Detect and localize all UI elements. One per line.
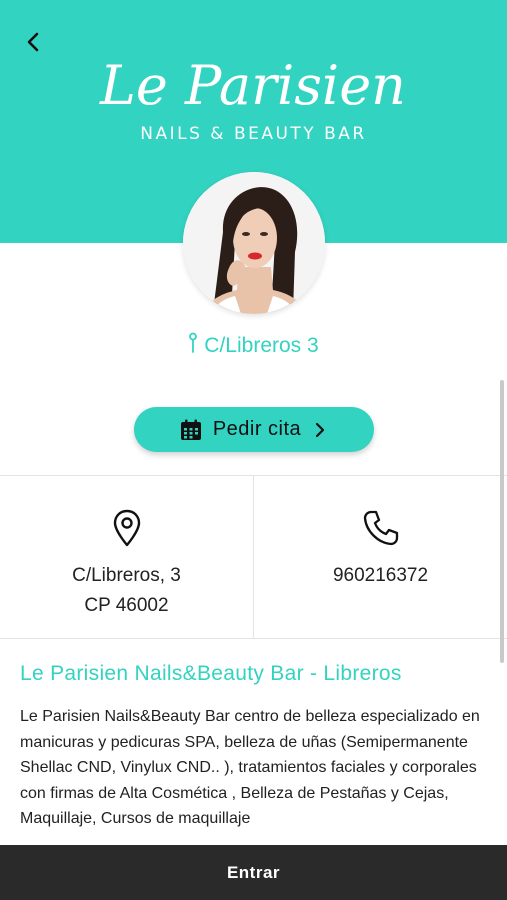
salon-address-text: C/Libreros 3: [204, 334, 319, 357]
calendar-icon: [180, 419, 201, 440]
map-pin-icon: [189, 332, 198, 353]
portrait-image: [183, 172, 325, 314]
phone-icon: [363, 510, 398, 546]
book-appointment-button[interactable]: Pedir cita: [134, 407, 374, 452]
brand-subtitle: NAILS & BEAUTY BAR: [140, 124, 367, 144]
description-text: Le Parisien Nails&Beauty Bar centro de b…: [20, 708, 480, 827]
chevron-right-icon: [316, 422, 325, 437]
phone-number: 960216372: [332, 565, 429, 586]
salon-address-header: C/Libreros 3: [0, 332, 507, 358]
address-cell[interactable]: C/Libreros, 3 CP 46002: [0, 476, 253, 638]
salon-avatar: [183, 172, 325, 314]
brand-script-text: Le Parisien: [99, 54, 406, 117]
book-appointment-label: Pedir cita: [212, 418, 302, 440]
enter-button-label: Entrar: [226, 862, 281, 882]
location-pin-icon: [113, 509, 140, 547]
description-title: Le Parisien Nails&Beauty Bar - Libreros: [20, 662, 402, 685]
phone-cell[interactable]: 960216372: [253, 476, 507, 638]
enter-button[interactable]: Entrar: [0, 845, 507, 900]
scrollbar[interactable]: [500, 380, 504, 663]
address-line-2: CP 46002: [84, 595, 169, 616]
address-line-1: C/Libreros, 3: [72, 565, 181, 586]
contact-grid: C/Libreros, 3 CP 46002 960216372: [0, 475, 507, 639]
brand-logo: Le Parisien: [99, 54, 406, 117]
